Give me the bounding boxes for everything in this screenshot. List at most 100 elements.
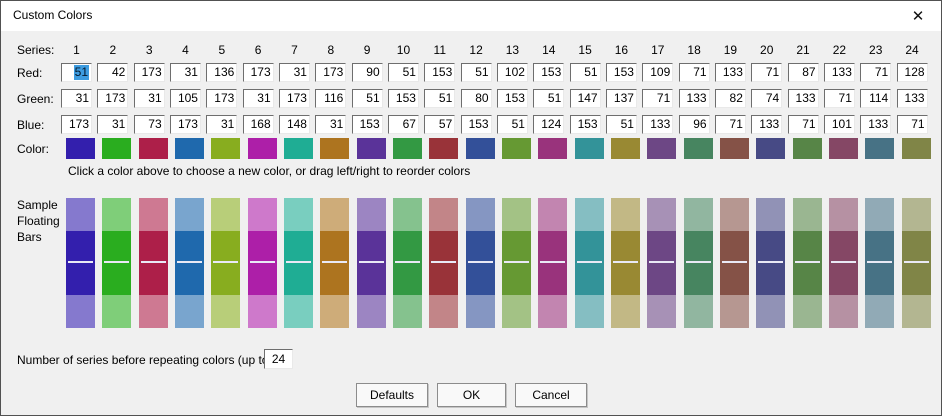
- ok-button[interactable]: OK: [437, 383, 506, 407]
- color-swatch[interactable]: [829, 138, 858, 159]
- green-value-input[interactable]: 71: [642, 89, 673, 108]
- red-value-input[interactable]: 128: [897, 63, 928, 82]
- blue-value-input[interactable]: 71: [788, 115, 819, 134]
- color-swatch[interactable]: [793, 138, 822, 159]
- blue-value-input[interactable]: 148: [279, 115, 310, 134]
- green-value-input[interactable]: 74: [751, 89, 782, 108]
- red-value-input[interactable]: 136: [206, 63, 237, 82]
- color-swatch[interactable]: [538, 138, 567, 159]
- color-swatch[interactable]: [756, 138, 785, 159]
- blue-value-input[interactable]: 133: [860, 115, 891, 134]
- color-swatch[interactable]: [102, 138, 131, 159]
- color-swatch[interactable]: [284, 138, 313, 159]
- green-value-input[interactable]: 116: [315, 89, 346, 108]
- red-value-input[interactable]: 133: [715, 63, 746, 82]
- green-value-input[interactable]: 153: [497, 89, 528, 108]
- red-value-input[interactable]: 87: [788, 63, 819, 82]
- color-swatch[interactable]: [502, 138, 531, 159]
- green-value-input[interactable]: 31: [61, 89, 92, 108]
- green-value-input[interactable]: 153: [388, 89, 419, 108]
- blue-value-input[interactable]: 133: [751, 115, 782, 134]
- green-value-input[interactable]: 51: [352, 89, 383, 108]
- blue-value-input[interactable]: 173: [61, 115, 92, 134]
- red-value-input[interactable]: 51: [570, 63, 601, 82]
- green-value-input[interactable]: 133: [679, 89, 710, 108]
- blue-value-input[interactable]: 31: [315, 115, 346, 134]
- red-value-input[interactable]: 173: [134, 63, 165, 82]
- green-value-input[interactable]: 147: [570, 89, 601, 108]
- color-swatch[interactable]: [357, 138, 386, 159]
- blue-value-input[interactable]: 153: [352, 115, 383, 134]
- blue-value-input[interactable]: 71: [715, 115, 746, 134]
- color-swatch[interactable]: [429, 138, 458, 159]
- red-value-input[interactable]: 173: [315, 63, 346, 82]
- green-value-input[interactable]: 105: [170, 89, 201, 108]
- green-value-input[interactable]: 82: [715, 89, 746, 108]
- red-value-input[interactable]: 71: [751, 63, 782, 82]
- red-value-input[interactable]: 133: [824, 63, 855, 82]
- defaults-button[interactable]: Defaults: [356, 383, 428, 407]
- red-value-input[interactable]: 51: [388, 63, 419, 82]
- blue-value-input[interactable]: 168: [243, 115, 274, 134]
- red-value-input[interactable]: 31: [170, 63, 201, 82]
- green-value-input[interactable]: 137: [606, 89, 637, 108]
- green-value-input[interactable]: 133: [897, 89, 928, 108]
- red-value-input[interactable]: 51: [461, 63, 492, 82]
- color-swatch[interactable]: [611, 138, 640, 159]
- green-value-input[interactable]: 114: [860, 89, 891, 108]
- color-swatch[interactable]: [865, 138, 894, 159]
- green-value-input[interactable]: 71: [824, 89, 855, 108]
- blue-value-input[interactable]: 73: [134, 115, 165, 134]
- color-swatch[interactable]: [320, 138, 349, 159]
- red-value-input[interactable]: 71: [860, 63, 891, 82]
- blue-value-input[interactable]: 31: [206, 115, 237, 134]
- color-swatch[interactable]: [720, 138, 749, 159]
- color-swatch[interactable]: [466, 138, 495, 159]
- red-value-input[interactable]: 173: [243, 63, 274, 82]
- green-value-input[interactable]: 173: [279, 89, 310, 108]
- blue-value-input[interactable]: 153: [570, 115, 601, 134]
- red-value-input[interactable]: 31: [279, 63, 310, 82]
- red-value-input[interactable]: 71: [679, 63, 710, 82]
- red-value-input[interactable]: 153: [424, 63, 455, 82]
- red-value-input[interactable]: 90: [352, 63, 383, 82]
- green-value-input[interactable]: 31: [243, 89, 274, 108]
- cancel-button[interactable]: Cancel: [515, 383, 587, 407]
- color-swatch[interactable]: [211, 138, 240, 159]
- red-value-input[interactable]: 153: [533, 63, 564, 82]
- color-swatch[interactable]: [902, 138, 931, 159]
- red-value-input[interactable]: 153: [606, 63, 637, 82]
- color-swatch[interactable]: [248, 138, 277, 159]
- color-swatch[interactable]: [175, 138, 204, 159]
- green-value-input[interactable]: 51: [533, 89, 564, 108]
- red-value-input[interactable]: 51: [61, 63, 92, 82]
- color-swatch[interactable]: [647, 138, 676, 159]
- color-swatch[interactable]: [139, 138, 168, 159]
- color-swatch[interactable]: [66, 138, 95, 159]
- color-swatch[interactable]: [393, 138, 422, 159]
- green-value-input[interactable]: 133: [788, 89, 819, 108]
- green-value-input[interactable]: 173: [206, 89, 237, 108]
- color-swatch[interactable]: [575, 138, 604, 159]
- red-value-input[interactable]: 109: [642, 63, 673, 82]
- green-value-input[interactable]: 51: [424, 89, 455, 108]
- red-value-input[interactable]: 102: [497, 63, 528, 82]
- blue-value-input[interactable]: 31: [97, 115, 128, 134]
- blue-value-input[interactable]: 67: [388, 115, 419, 134]
- blue-value-input[interactable]: 173: [170, 115, 201, 134]
- blue-value-input[interactable]: 51: [606, 115, 637, 134]
- red-value-input[interactable]: 42: [97, 63, 128, 82]
- close-icon[interactable]: ✕: [895, 1, 941, 31]
- blue-value-input[interactable]: 133: [642, 115, 673, 134]
- blue-value-input[interactable]: 124: [533, 115, 564, 134]
- blue-value-input[interactable]: 57: [424, 115, 455, 134]
- color-swatch[interactable]: [684, 138, 713, 159]
- blue-value-input[interactable]: 71: [897, 115, 928, 134]
- blue-value-input[interactable]: 96: [679, 115, 710, 134]
- green-value-input[interactable]: 31: [134, 89, 165, 108]
- green-value-input[interactable]: 173: [97, 89, 128, 108]
- blue-value-input[interactable]: 51: [497, 115, 528, 134]
- green-value-input[interactable]: 80: [461, 89, 492, 108]
- num-series-input[interactable]: 24: [264, 349, 293, 369]
- blue-value-input[interactable]: 153: [461, 115, 492, 134]
